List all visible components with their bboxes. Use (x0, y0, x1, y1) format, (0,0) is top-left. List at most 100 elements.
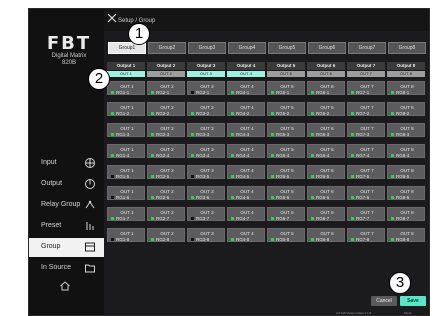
relay-assign-cell[interactable]: OUT 3 RG3-4 (187, 144, 225, 158)
relay-assign-cell[interactable]: OUT 1 RG1-2 (107, 102, 145, 116)
output-select-toggle[interactable]: OUT 4 (227, 71, 265, 77)
sidebar-item-relay-group[interactable]: Relay Group (29, 196, 104, 215)
relay-assign-cell[interactable]: OUT 6 RG6-5 (307, 165, 345, 179)
relay-assign-cell[interactable]: OUT 1 RG1-8 (107, 228, 145, 242)
tab-group6[interactable]: Group6 (308, 42, 346, 54)
cancel-button[interactable]: Cancel (371, 296, 397, 306)
relay-assign-cell[interactable]: OUT 1 RG1-1 (107, 81, 145, 95)
cell-relay-row: RG4-1 (231, 90, 249, 95)
relay-assign-cell[interactable]: OUT 3 RG3-3 (187, 123, 225, 137)
relay-assign-cell[interactable]: OUT 5 RG5-1 (267, 81, 305, 95)
relay-assign-cell[interactable]: OUT 5 RG5-2 (267, 102, 305, 116)
relay-assign-cell[interactable]: OUT 7 RG7-5 (347, 165, 385, 179)
cell-relay-row: RG2-2 (151, 111, 169, 116)
relay-assign-cell[interactable]: OUT 5 RG5-6 (267, 186, 305, 200)
relay-assign-cell[interactable]: OUT 2 RG2-2 (147, 102, 185, 116)
relay-assign-cell[interactable]: OUT 3 RG3-8 (187, 228, 225, 242)
save-button[interactable]: Save (400, 296, 426, 306)
relay-assign-cell[interactable]: OUT 7 RG7-7 (347, 207, 385, 221)
home-icon[interactable] (59, 279, 71, 291)
relay-assign-cell[interactable]: OUT 1 RG1-5 (107, 165, 145, 179)
relay-assign-cell[interactable]: OUT 4 RG4-7 (227, 207, 265, 221)
cell-output-label: OUT 5 (280, 126, 294, 131)
relay-assign-cell[interactable]: OUT 3 RG3-7 (187, 207, 225, 221)
output-select-toggle[interactable]: OUT 5 (267, 71, 305, 77)
relay-assign-cell[interactable]: OUT 5 RG5-4 (267, 144, 305, 158)
relay-assign-cell[interactable]: OUT 2 RG2-3 (147, 123, 185, 137)
relay-assign-cell[interactable]: OUT 4 RG4-3 (227, 123, 265, 137)
relay-assign-cell[interactable]: OUT 1 RG1-7 (107, 207, 145, 221)
relay-assign-cell[interactable]: OUT 6 RG6-8 (307, 228, 345, 242)
cell-relay-row: RG6-6 (311, 195, 329, 200)
relay-assign-cell[interactable]: OUT 3 RG3-2 (187, 102, 225, 116)
cell-output-label: OUT 1 (120, 168, 134, 173)
output-select-toggle[interactable]: OUT 1 (107, 71, 145, 77)
output-select-toggle[interactable]: OUT 6 (307, 71, 345, 77)
tab-group4[interactable]: Group4 (228, 42, 266, 54)
relay-assign-cell[interactable]: OUT 1 RG1-4 (107, 144, 145, 158)
relay-assign-cell[interactable]: OUT 5 RG5-7 (267, 207, 305, 221)
relay-assign-cell[interactable]: OUT 6 RG6-6 (307, 186, 345, 200)
relay-assign-cell[interactable]: OUT 2 RG2-8 (147, 228, 185, 242)
relay-assign-cell[interactable]: OUT 4 RG4-1 (227, 81, 265, 95)
cell-output-label: OUT 6 (320, 168, 334, 173)
relay-assign-cell[interactable]: OUT 8 RG8-1 (387, 81, 425, 95)
relay-assign-cell[interactable]: OUT 6 RG6-2 (307, 102, 345, 116)
relay-assign-cell[interactable]: OUT 2 RG2-1 (147, 81, 185, 95)
output-select-toggle[interactable]: OUT 7 (347, 71, 385, 77)
relay-assign-cell[interactable]: OUT 8 RG8-6 (387, 186, 425, 200)
relay-assign-cell[interactable]: OUT 7 RG7-8 (347, 228, 385, 242)
relay-assign-cell[interactable]: OUT 3 RG3-6 (187, 186, 225, 200)
output-select-toggle[interactable]: OUT 3 (187, 71, 225, 77)
relay-assign-cell[interactable]: OUT 8 RG8-2 (387, 102, 425, 116)
relay-assign-cell[interactable]: OUT 4 RG4-4 (227, 144, 265, 158)
tab-group5[interactable]: Group5 (268, 42, 306, 54)
tab-group2[interactable]: Group2 (148, 42, 186, 54)
relay-assign-cell[interactable]: OUT 6 RG6-1 (307, 81, 345, 95)
relay-assign-cell[interactable]: OUT 3 RG3-5 (187, 165, 225, 179)
relay-assign-cell[interactable]: OUT 6 RG6-4 (307, 144, 345, 158)
output-select-toggle[interactable]: OUT 8 (387, 71, 425, 77)
relay-assign-cell[interactable]: OUT 8 RG8-3 (387, 123, 425, 137)
active-indicator-icon (391, 112, 394, 116)
tab-group7[interactable]: Group7 (348, 42, 386, 54)
relay-label: RG5-3 (276, 132, 290, 137)
relay-assign-cell[interactable]: OUT 7 RG7-4 (347, 144, 385, 158)
relay-assign-cell[interactable]: OUT 1 RG1-3 (107, 123, 145, 137)
tab-group3[interactable]: Group3 (188, 42, 226, 54)
relay-assign-cell[interactable]: OUT 1 RG1-6 (107, 186, 145, 200)
relay-assign-cell[interactable]: OUT 2 RG2-4 (147, 144, 185, 158)
relay-assign-cell[interactable]: OUT 4 RG4-5 (227, 165, 265, 179)
relay-assign-cell[interactable]: OUT 2 RG2-7 (147, 207, 185, 221)
relay-assign-cell[interactable]: OUT 6 RG6-3 (307, 123, 345, 137)
relay-assign-cell[interactable]: OUT 6 RG6-7 (307, 207, 345, 221)
relay-assign-cell[interactable]: OUT 8 RG8-7 (387, 207, 425, 221)
relay-assign-cell[interactable]: OUT 7 RG7-3 (347, 123, 385, 137)
output-select-toggle[interactable]: OUT 2 (147, 71, 185, 77)
relay-assign-cell[interactable]: OUT 3 RG3-1 (187, 81, 225, 95)
close-icon[interactable] (106, 11, 118, 23)
relay-assign-cell[interactable]: OUT 4 RG4-2 (227, 102, 265, 116)
sidebar-item-input[interactable]: Input (29, 154, 104, 173)
sidebar-item-preset[interactable]: Preset (29, 217, 104, 236)
cell-relay-row: RG3-1 (191, 90, 209, 95)
relay-assign-cell[interactable]: OUT 4 RG4-6 (227, 186, 265, 200)
relay-assign-cell[interactable]: OUT 8 RG8-5 (387, 165, 425, 179)
relay-assign-cell[interactable]: OUT 8 RG8-4 (387, 144, 425, 158)
cell-relay-row: RG7-1 (351, 90, 369, 95)
cell-relay-row: RG1-7 (111, 216, 129, 221)
relay-assign-cell[interactable]: OUT 2 RG2-5 (147, 165, 185, 179)
sidebar-item-in-source[interactable]: In Source (29, 259, 104, 278)
relay-assign-cell[interactable]: OUT 4 RG4-8 (227, 228, 265, 242)
relay-assign-cell[interactable]: OUT 7 RG7-2 (347, 102, 385, 116)
relay-assign-cell[interactable]: OUT 8 RG8-8 (387, 228, 425, 242)
relay-assign-cell[interactable]: OUT 5 RG5-5 (267, 165, 305, 179)
relay-assign-cell[interactable]: OUT 5 RG5-3 (267, 123, 305, 137)
sidebar-item-group[interactable]: Group (29, 238, 104, 257)
relay-assign-cell[interactable]: OUT 5 RG5-8 (267, 228, 305, 242)
tab-group8[interactable]: Group8 (388, 42, 426, 54)
relay-assign-cell[interactable]: OUT 7 RG7-1 (347, 81, 385, 95)
relay-assign-cell[interactable]: OUT 7 RG7-6 (347, 186, 385, 200)
relay-assign-cell[interactable]: OUT 2 RG2-6 (147, 186, 185, 200)
sidebar-item-output[interactable]: Output (29, 175, 104, 194)
